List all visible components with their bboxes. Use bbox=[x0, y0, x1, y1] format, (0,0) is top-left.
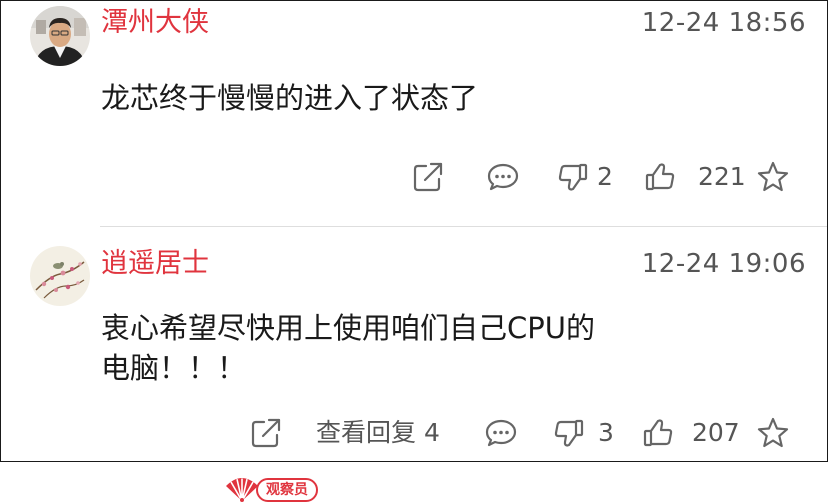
like-button[interactable]: 221 bbox=[644, 157, 746, 197]
like-button[interactable]: 207 bbox=[642, 413, 740, 453]
timestamp: 12-24 18:56 bbox=[641, 8, 806, 38]
favorite-button[interactable] bbox=[755, 157, 791, 197]
comment-icon bbox=[487, 163, 519, 191]
dislike-button[interactable]: 2 bbox=[557, 157, 613, 197]
action-bar: 2 221 bbox=[0, 157, 828, 197]
comment-line: 龙芯终于慢慢的进入了状态了 bbox=[101, 81, 479, 115]
like-count: 221 bbox=[698, 162, 746, 191]
comment-text: 衷心希望尽快用上使用咱们自己CPU的 电脑！！！ bbox=[101, 308, 801, 388]
comment-button[interactable] bbox=[484, 413, 518, 453]
view-replies-link[interactable]: 查看回复 4 bbox=[316, 413, 440, 453]
share-button[interactable] bbox=[411, 157, 445, 197]
like-count: 207 bbox=[692, 418, 740, 447]
dislike-button[interactable]: 3 bbox=[553, 413, 614, 453]
share-icon bbox=[413, 162, 443, 192]
comment-line: 衷心希望尽快用上使用咱们自己CPU的 bbox=[101, 311, 595, 345]
comment-button[interactable] bbox=[486, 157, 520, 197]
dislike-count: 3 bbox=[598, 418, 614, 447]
comment-line: 电脑！！！ bbox=[101, 351, 247, 385]
star-icon bbox=[757, 161, 789, 192]
avatar[interactable] bbox=[30, 246, 90, 306]
timestamp: 12-24 19:06 bbox=[641, 249, 806, 279]
comment-item: 逍遥居士 观察员 12-24 19:06 衷心希望尽快用上使用咱们自己CPU的 … bbox=[0, 226, 828, 502]
star-icon bbox=[757, 417, 789, 448]
thumbs-down-icon bbox=[558, 163, 588, 191]
dislike-count: 2 bbox=[597, 162, 613, 191]
comment-icon bbox=[485, 419, 517, 447]
favorite-button[interactable] bbox=[755, 413, 791, 453]
comment-text: 龙芯终于慢慢的进入了状态了 bbox=[101, 78, 801, 118]
avatar[interactable] bbox=[30, 6, 90, 66]
fan-icon bbox=[226, 478, 258, 502]
thumbs-up-icon bbox=[645, 163, 675, 191]
badge-label: 观察员 bbox=[256, 478, 318, 502]
observer-badge: 观察员 bbox=[224, 476, 318, 504]
comment-item: 潭州大侠 12-24 18:56 龙芯终于慢慢的进入了状态了 2 221 bbox=[0, 0, 828, 226]
share-button[interactable] bbox=[249, 413, 283, 453]
thumbs-up-icon bbox=[643, 419, 673, 447]
thumbs-down-icon bbox=[554, 419, 584, 447]
username[interactable]: 逍遥居士 bbox=[101, 248, 209, 280]
share-icon bbox=[251, 418, 281, 448]
username[interactable]: 潭州大侠 bbox=[101, 7, 209, 39]
action-bar: 查看回复 4 3 207 bbox=[0, 413, 828, 453]
